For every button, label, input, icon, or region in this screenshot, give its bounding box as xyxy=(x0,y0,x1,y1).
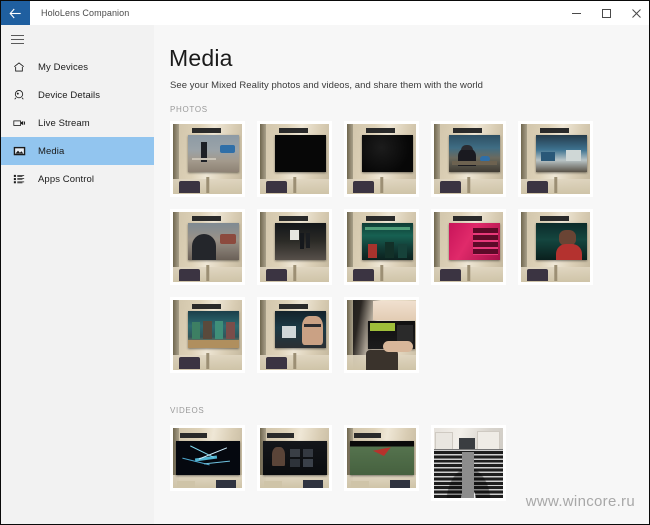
photo-thumbnail-7[interactable] xyxy=(257,209,332,285)
sidebar: My Devices Device Details Live Stream Me… xyxy=(1,53,154,524)
photo-thumbnail-10[interactable] xyxy=(518,209,593,285)
sidebar-item-my-devices[interactable]: My Devices xyxy=(1,53,154,81)
watermark: www.wincore.ru xyxy=(525,493,635,510)
title-bar: HoloLens Companion xyxy=(1,1,649,26)
sidebar-item-label: Media xyxy=(38,145,65,157)
photo-thumbnail-8[interactable] xyxy=(344,209,419,285)
photo-thumbnail-6[interactable] xyxy=(170,209,245,285)
maximize-button[interactable] xyxy=(591,1,621,25)
photo-thumbnail-12[interactable] xyxy=(257,297,332,373)
sidebar-item-media[interactable]: Media xyxy=(1,137,154,165)
video-thumbnail-4[interactable] xyxy=(431,425,506,501)
section-label-photos: PHOTOS xyxy=(170,105,208,114)
photo-thumbnail-2[interactable] xyxy=(257,121,332,197)
video-thumbnail-1[interactable] xyxy=(170,425,245,491)
sidebar-item-label: Apps Control xyxy=(38,173,95,185)
hamburger-icon[interactable] xyxy=(1,25,31,53)
section-label-videos: VIDEOS xyxy=(170,406,205,415)
thumbnail-row xyxy=(170,297,600,373)
list-icon xyxy=(13,173,33,185)
page-subtitle: See your Mixed Reality photos and videos… xyxy=(170,80,483,91)
photo-thumbnail-1[interactable] xyxy=(170,121,245,197)
photos-grid xyxy=(170,121,600,385)
video-thumbnail-2[interactable] xyxy=(257,425,332,491)
photo-thumbnail-11[interactable] xyxy=(170,297,245,373)
page-title: Media xyxy=(169,45,233,71)
photo-thumbnail-4[interactable] xyxy=(431,121,506,197)
minimize-button[interactable] xyxy=(561,1,591,25)
video-camera-icon xyxy=(13,117,33,129)
sidebar-item-label: Live Stream xyxy=(38,117,90,129)
thumbnail-row xyxy=(170,121,600,197)
photo-thumbnail-5[interactable] xyxy=(518,121,593,197)
photo-thumbnail-3[interactable] xyxy=(344,121,419,197)
window-controls xyxy=(561,1,649,25)
thumbnail-row xyxy=(170,425,600,501)
photo-icon xyxy=(13,145,33,157)
app-window: HoloLens Companion My Devices Device Det… xyxy=(0,0,650,525)
home-icon xyxy=(13,61,33,73)
menu-strip xyxy=(1,25,154,53)
close-button[interactable] xyxy=(621,1,649,25)
sidebar-item-label: Device Details xyxy=(38,89,101,101)
device-icon xyxy=(13,89,33,101)
photo-thumbnail-13[interactable] xyxy=(344,297,419,373)
sidebar-item-label: My Devices xyxy=(38,61,89,73)
main-content: Media See your Mixed Reality photos and … xyxy=(154,25,649,524)
sidebar-item-device-details[interactable]: Device Details xyxy=(1,81,154,109)
thumbnail-row xyxy=(170,209,600,285)
sidebar-item-apps-control[interactable]: Apps Control xyxy=(1,165,154,193)
photo-thumbnail-9[interactable] xyxy=(431,209,506,285)
window-title: HoloLens Companion xyxy=(41,8,130,18)
video-thumbnail-3[interactable] xyxy=(344,425,419,491)
back-button[interactable] xyxy=(1,1,30,25)
sidebar-item-live-stream[interactable]: Live Stream xyxy=(1,109,154,137)
